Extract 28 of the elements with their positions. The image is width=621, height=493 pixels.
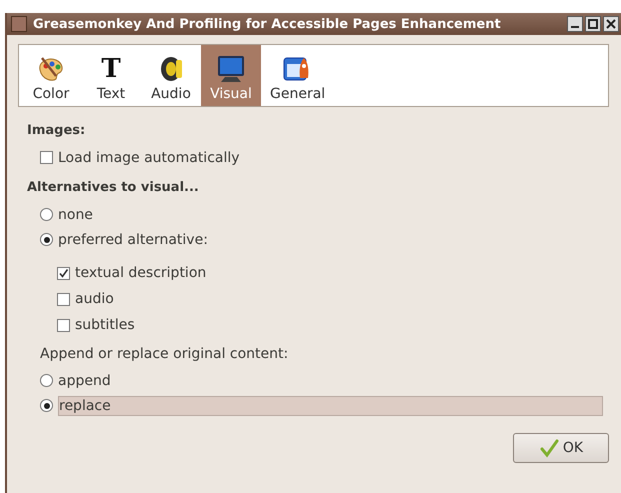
- monitor-icon: [215, 54, 247, 84]
- radio-option[interactable]: append: [40, 368, 609, 393]
- minimize-button[interactable]: [567, 16, 583, 32]
- minimize-icon: [571, 26, 579, 28]
- checkbox-option[interactable]: Load image automatically: [40, 145, 609, 170]
- window-title: Greasemonkey And Profiling for Accessible Pages Enhancement: [33, 16, 502, 32]
- tab[interactable]: Audio: [141, 45, 201, 106]
- checkbox-option[interactable]: textual description: [57, 260, 609, 286]
- close-button[interactable]: [603, 16, 619, 32]
- window-icon: [11, 16, 27, 32]
- tab[interactable]: General: [261, 45, 334, 106]
- close-icon: [605, 18, 617, 30]
- checkmark-icon: [538, 438, 559, 458]
- tab[interactable]: Visual: [201, 45, 261, 106]
- checkmark-icon: [58, 268, 69, 278]
- section-heading: Alternatives to visual...: [27, 180, 200, 197]
- radio-option[interactable]: preferred alternative:: [40, 227, 609, 252]
- tab[interactable]: T Text: [81, 45, 141, 106]
- text-icon: T: [101, 54, 121, 84]
- checkbox-option[interactable]: audio: [57, 286, 609, 312]
- ok-button[interactable]: OK: [513, 433, 609, 463]
- tab[interactable]: Color: [21, 45, 81, 106]
- radio-option[interactable]: none: [40, 202, 609, 227]
- section-heading: Images:: [27, 123, 86, 140]
- group-label: Append or replace original content:: [40, 346, 290, 364]
- checkbox-option[interactable]: subtitles: [57, 312, 609, 338]
- maximize-button[interactable]: [585, 16, 601, 32]
- maximize-icon: [587, 18, 599, 30]
